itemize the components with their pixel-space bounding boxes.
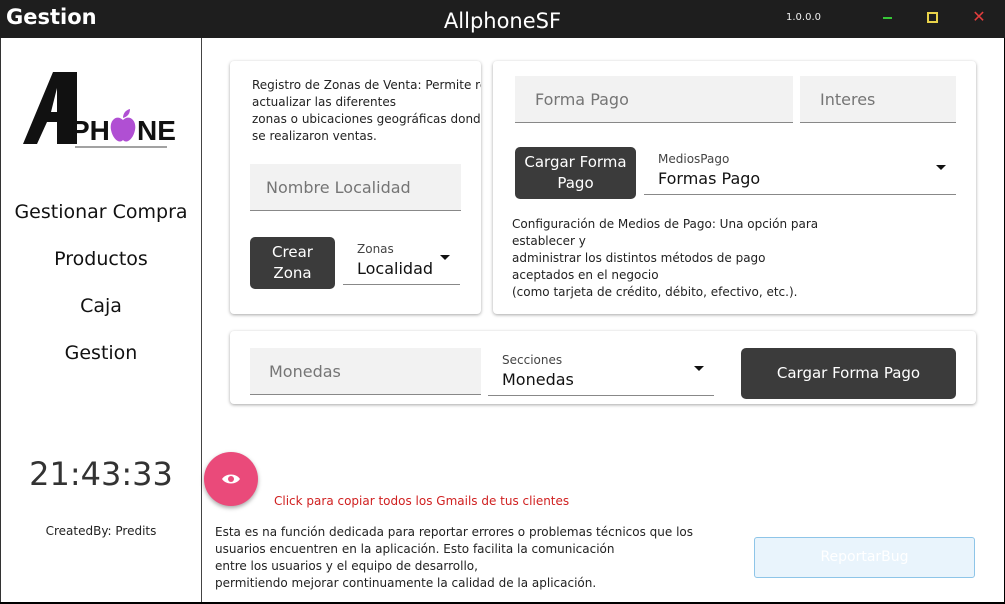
version-label: 1.0.0.0 bbox=[786, 12, 821, 23]
app-window: PH NE Gestionar Compra Productos Caja Ge… bbox=[0, 38, 1004, 602]
monedas-cargar-button[interactable]: Cargar Forma Pago bbox=[741, 348, 956, 399]
chevron-down-icon bbox=[936, 165, 946, 170]
cargar-forma-pago-button[interactable]: Cargar Forma Pago bbox=[515, 147, 636, 199]
app-title: AllphoneSF bbox=[443, 9, 562, 33]
minimize-button[interactable] bbox=[880, 9, 898, 27]
chevron-down-icon bbox=[694, 366, 704, 371]
title-bar: Gestion AllphoneSF 1.0.0.0 ✕ bbox=[0, 0, 1005, 38]
secciones-select[interactable]: Secciones Monedas bbox=[488, 348, 714, 396]
medios-pago-select-label: MediosPago bbox=[658, 152, 730, 166]
forma-pago-field[interactable] bbox=[515, 76, 793, 123]
zonas-select[interactable]: Zonas Localidad bbox=[343, 237, 460, 285]
credit-label: CreatedBy: Predits bbox=[45, 524, 157, 538]
zonas-select-label: Zonas bbox=[357, 242, 394, 256]
pago-description: Configuración de Medios de Pago: Una opc… bbox=[512, 217, 819, 299]
nav-gestionar-compra[interactable]: Gestionar Compra bbox=[1, 201, 201, 223]
localidad-input[interactable] bbox=[266, 178, 461, 197]
forma-pago-input[interactable] bbox=[535, 90, 793, 109]
report-bug-button[interactable]: ReportarBug bbox=[754, 537, 975, 578]
nav-gestion[interactable]: Gestion bbox=[1, 342, 201, 364]
monedas-field[interactable] bbox=[250, 348, 481, 395]
main-panel: Registro de Zonas de Venta: Permite regi… bbox=[202, 38, 1004, 602]
svg-text:NE: NE bbox=[137, 115, 176, 146]
window-section-title: Gestion bbox=[6, 5, 97, 29]
sidebar: PH NE Gestionar Compra Productos Caja Ge… bbox=[1, 38, 202, 602]
nav-productos[interactable]: Productos bbox=[1, 248, 201, 270]
crear-zona-button[interactable]: Crear Zona bbox=[250, 237, 335, 289]
zonas-card: Registro de Zonas de Venta: Permite regi… bbox=[230, 61, 481, 314]
secciones-select-label: Secciones bbox=[502, 353, 563, 367]
pago-card: Cargar Forma Pago MediosPago Formas Pago… bbox=[493, 61, 976, 314]
copy-emails-button[interactable] bbox=[204, 452, 258, 506]
nav-caja[interactable]: Caja bbox=[1, 295, 201, 317]
maximize-button[interactable] bbox=[925, 9, 943, 27]
copy-emails-text[interactable]: Click para copiar todos los Gmails de tu… bbox=[274, 494, 569, 508]
chevron-down-icon bbox=[440, 255, 450, 260]
monedas-card: Secciones Monedas Cargar Forma Pago bbox=[230, 331, 976, 404]
bug-report-description: Esta es na función dedicada para reporta… bbox=[215, 525, 694, 590]
medios-pago-select[interactable]: MediosPago Formas Pago bbox=[644, 147, 956, 195]
close-button[interactable]: ✕ bbox=[970, 9, 988, 27]
interes-input[interactable] bbox=[820, 90, 956, 109]
zonas-select-value: Localidad bbox=[357, 259, 433, 278]
secciones-select-value: Monedas bbox=[502, 370, 574, 389]
clock: 21:43:33 bbox=[29, 455, 173, 493]
svg-text:PH: PH bbox=[71, 115, 110, 146]
eye-icon bbox=[222, 474, 240, 484]
localidad-field[interactable] bbox=[250, 164, 461, 211]
monedas-input[interactable] bbox=[269, 362, 481, 381]
interes-field[interactable] bbox=[800, 76, 956, 123]
medios-pago-select-value: Formas Pago bbox=[658, 169, 761, 188]
allphone-logo: PH NE bbox=[23, 72, 176, 148]
zonas-description: Registro de Zonas de Venta: Permite regi… bbox=[252, 78, 481, 143]
